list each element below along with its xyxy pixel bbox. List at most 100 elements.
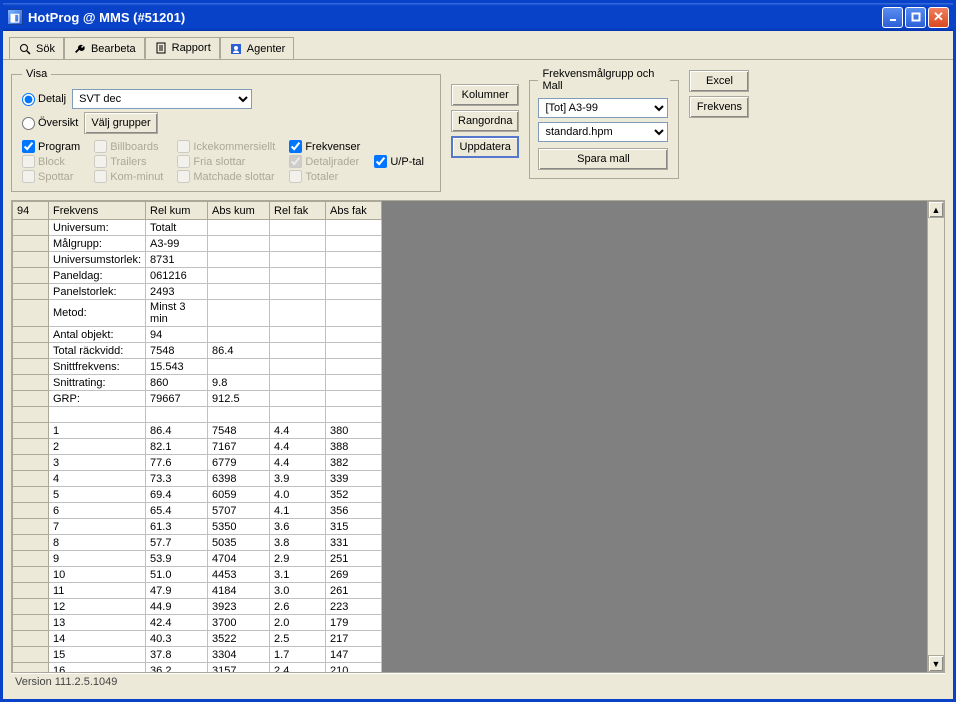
cell[interactable] xyxy=(208,236,270,252)
cell[interactable] xyxy=(326,284,382,300)
cell[interactable] xyxy=(326,359,382,375)
table-row[interactable]: Snittfrekvens:15.543 xyxy=(13,359,382,375)
cell[interactable]: 339 xyxy=(326,471,382,487)
row-header[interactable] xyxy=(13,220,49,236)
cell[interactable]: 315 xyxy=(326,519,382,535)
cell[interactable]: 912.5 xyxy=(208,391,270,407)
row-header[interactable] xyxy=(13,359,49,375)
data-grid[interactable]: 94FrekvensRel kumAbs kumRel fakAbs fakUn… xyxy=(11,200,945,673)
cell[interactable]: 1 xyxy=(49,423,146,439)
cell[interactable]: 352 xyxy=(326,487,382,503)
table-row[interactable]: 377.667794.4382 xyxy=(13,455,382,471)
cell[interactable] xyxy=(326,220,382,236)
table-row[interactable]: Total räckvidd:754886.4 xyxy=(13,343,382,359)
cell[interactable] xyxy=(208,268,270,284)
cell[interactable]: 5350 xyxy=(208,519,270,535)
cell[interactable]: 4 xyxy=(49,471,146,487)
cell[interactable] xyxy=(326,252,382,268)
row-header[interactable] xyxy=(13,407,49,423)
cell[interactable]: 53.9 xyxy=(146,551,208,567)
cell[interactable] xyxy=(270,236,326,252)
row-header[interactable] xyxy=(13,300,49,327)
grid-corner[interactable]: 94 xyxy=(13,202,49,220)
cell[interactable]: Universum: xyxy=(49,220,146,236)
cell[interactable]: GRP: xyxy=(49,391,146,407)
cell[interactable]: 4.1 xyxy=(270,503,326,519)
table-row[interactable]: 953.947042.9251 xyxy=(13,551,382,567)
cell[interactable]: 3923 xyxy=(208,599,270,615)
cell[interactable] xyxy=(208,220,270,236)
cell[interactable]: 12 xyxy=(49,599,146,615)
cell[interactable]: 2.0 xyxy=(270,615,326,631)
cell[interactable] xyxy=(326,236,382,252)
cell[interactable]: 3700 xyxy=(208,615,270,631)
cell[interactable]: 2.4 xyxy=(270,663,326,673)
cell[interactable] xyxy=(326,343,382,359)
row-header[interactable] xyxy=(13,455,49,471)
cell[interactable]: 2 xyxy=(49,439,146,455)
cell[interactable]: 15 xyxy=(49,647,146,663)
cell[interactable]: Total räckvidd: xyxy=(49,343,146,359)
table-row[interactable]: 1636.231572.4210 xyxy=(13,663,382,673)
cell[interactable]: 356 xyxy=(326,503,382,519)
cell[interactable]: 179 xyxy=(326,615,382,631)
cell[interactable]: 3.0 xyxy=(270,583,326,599)
column-header[interactable]: Rel fak xyxy=(270,202,326,220)
cell[interactable]: 6398 xyxy=(208,471,270,487)
table-row[interactable]: 1147.941843.0261 xyxy=(13,583,382,599)
excel-button[interactable]: Excel xyxy=(689,70,749,92)
cell[interactable]: 061216 xyxy=(146,268,208,284)
radio-oversikt[interactable]: Översikt xyxy=(22,117,78,130)
cell[interactable]: 94 xyxy=(146,327,208,343)
cell[interactable] xyxy=(326,407,382,423)
cell[interactable]: 269 xyxy=(326,567,382,583)
cell[interactable]: 4.4 xyxy=(270,439,326,455)
cell[interactable] xyxy=(270,284,326,300)
table-row[interactable]: 1051.044533.1269 xyxy=(13,567,382,583)
cell[interactable]: 388 xyxy=(326,439,382,455)
cell[interactable]: 6779 xyxy=(208,455,270,471)
cell[interactable]: 77.6 xyxy=(146,455,208,471)
cell[interactable]: 13 xyxy=(49,615,146,631)
table-row[interactable]: 857.750353.8331 xyxy=(13,535,382,551)
column-header[interactable]: Frekvens xyxy=(49,202,146,220)
table-row[interactable]: 665.457074.1356 xyxy=(13,503,382,519)
row-header[interactable] xyxy=(13,439,49,455)
table-row[interactable]: 761.353503.6315 xyxy=(13,519,382,535)
row-header[interactable] xyxy=(13,551,49,567)
row-header[interactable] xyxy=(13,647,49,663)
cell[interactable]: 5707 xyxy=(208,503,270,519)
cell[interactable]: 4.4 xyxy=(270,423,326,439)
cell[interactable] xyxy=(270,327,326,343)
row-header[interactable] xyxy=(13,503,49,519)
row-header[interactable] xyxy=(13,567,49,583)
cell[interactable]: 4704 xyxy=(208,551,270,567)
cell[interactable]: 86.4 xyxy=(208,343,270,359)
cell[interactable] xyxy=(326,327,382,343)
cell[interactable]: 210 xyxy=(326,663,382,673)
cell[interactable] xyxy=(270,407,326,423)
row-header[interactable] xyxy=(13,599,49,615)
cell[interactable]: 217 xyxy=(326,631,382,647)
cell[interactable]: 4.0 xyxy=(270,487,326,503)
cell[interactable]: 382 xyxy=(326,455,382,471)
template-select[interactable]: standard.hpm xyxy=(538,122,668,142)
cell[interactable]: 8 xyxy=(49,535,146,551)
cell[interactable] xyxy=(208,284,270,300)
uppdatera-button[interactable]: Uppdatera xyxy=(451,136,519,158)
cell[interactable] xyxy=(208,252,270,268)
tab-agenter[interactable]: Agenter xyxy=(220,37,295,59)
row-header[interactable] xyxy=(13,391,49,407)
scroll-down-icon[interactable]: ▼ xyxy=(928,655,944,672)
maximize-button[interactable] xyxy=(905,7,926,28)
table-row[interactable]: 1342.437002.0179 xyxy=(13,615,382,631)
cell[interactable]: 73.3 xyxy=(146,471,208,487)
cell[interactable]: A3-99 xyxy=(146,236,208,252)
row-header[interactable] xyxy=(13,343,49,359)
cell[interactable]: 86.4 xyxy=(146,423,208,439)
frekvens-button[interactable]: Frekvens xyxy=(689,96,749,118)
cell[interactable]: 3522 xyxy=(208,631,270,647)
column-header[interactable]: Abs kum xyxy=(208,202,270,220)
row-header[interactable] xyxy=(13,423,49,439)
scroll-up-icon[interactable]: ▲ xyxy=(928,201,944,218)
